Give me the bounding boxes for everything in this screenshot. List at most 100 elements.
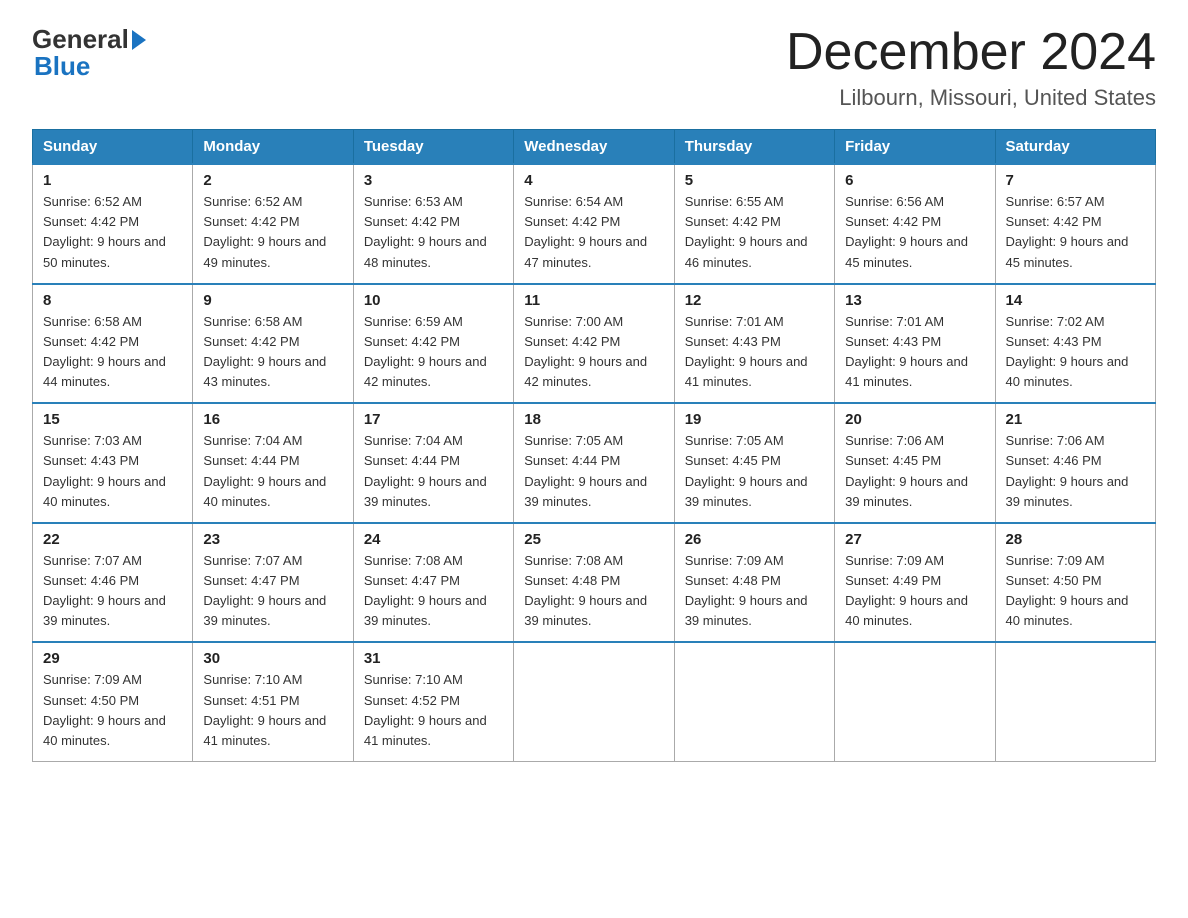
day-info: Sunrise: 7:08 AMSunset: 4:47 PMDaylight:… <box>364 553 487 628</box>
day-info: Sunrise: 7:05 AMSunset: 4:45 PMDaylight:… <box>685 433 808 508</box>
calendar-cell: 30 Sunrise: 7:10 AMSunset: 4:51 PMDaylig… <box>193 642 353 761</box>
column-header-monday: Monday <box>193 130 353 165</box>
calendar-cell: 11 Sunrise: 7:00 AMSunset: 4:42 PMDaylig… <box>514 284 674 404</box>
calendar-cell: 10 Sunrise: 6:59 AMSunset: 4:42 PMDaylig… <box>353 284 513 404</box>
calendar-cell: 20 Sunrise: 7:06 AMSunset: 4:45 PMDaylig… <box>835 403 995 523</box>
day-number: 4 <box>524 172 663 189</box>
day-info: Sunrise: 7:06 AMSunset: 4:46 PMDaylight:… <box>1006 433 1129 508</box>
day-info: Sunrise: 7:10 AMSunset: 4:52 PMDaylight:… <box>364 672 487 747</box>
calendar-cell: 24 Sunrise: 7:08 AMSunset: 4:47 PMDaylig… <box>353 523 513 643</box>
day-number: 24 <box>364 531 503 548</box>
day-info: Sunrise: 6:59 AMSunset: 4:42 PMDaylight:… <box>364 314 487 389</box>
day-number: 6 <box>845 172 984 189</box>
calendar-cell: 3 Sunrise: 6:53 AMSunset: 4:42 PMDayligh… <box>353 164 513 284</box>
day-number: 18 <box>524 411 663 428</box>
day-number: 22 <box>43 531 182 548</box>
calendar-cell: 27 Sunrise: 7:09 AMSunset: 4:49 PMDaylig… <box>835 523 995 643</box>
day-number: 13 <box>845 292 984 309</box>
calendar-cell: 12 Sunrise: 7:01 AMSunset: 4:43 PMDaylig… <box>674 284 834 404</box>
day-number: 31 <box>364 650 503 667</box>
day-info: Sunrise: 6:55 AMSunset: 4:42 PMDaylight:… <box>685 194 808 269</box>
day-info: Sunrise: 6:52 AMSunset: 4:42 PMDaylight:… <box>43 194 166 269</box>
calendar-body: 1 Sunrise: 6:52 AMSunset: 4:42 PMDayligh… <box>33 164 1156 761</box>
calendar-week-row: 22 Sunrise: 7:07 AMSunset: 4:46 PMDaylig… <box>33 523 1156 643</box>
calendar-cell: 2 Sunrise: 6:52 AMSunset: 4:42 PMDayligh… <box>193 164 353 284</box>
day-number: 5 <box>685 172 824 189</box>
day-number: 14 <box>1006 292 1145 309</box>
month-title: December 2024 <box>786 24 1156 81</box>
calendar-table: SundayMondayTuesdayWednesdayThursdayFrid… <box>32 129 1156 762</box>
day-info: Sunrise: 6:53 AMSunset: 4:42 PMDaylight:… <box>364 194 487 269</box>
calendar-cell: 8 Sunrise: 6:58 AMSunset: 4:42 PMDayligh… <box>33 284 193 404</box>
calendar-cell: 18 Sunrise: 7:05 AMSunset: 4:44 PMDaylig… <box>514 403 674 523</box>
day-number: 1 <box>43 172 182 189</box>
day-number: 9 <box>203 292 342 309</box>
logo-blue-text: Blue <box>34 51 90 82</box>
calendar-cell <box>995 642 1155 761</box>
column-header-thursday: Thursday <box>674 130 834 165</box>
day-number: 21 <box>1006 411 1145 428</box>
day-info: Sunrise: 7:01 AMSunset: 4:43 PMDaylight:… <box>685 314 808 389</box>
day-number: 2 <box>203 172 342 189</box>
day-info: Sunrise: 7:03 AMSunset: 4:43 PMDaylight:… <box>43 433 166 508</box>
day-number: 16 <box>203 411 342 428</box>
calendar-cell <box>514 642 674 761</box>
calendar-cell: 1 Sunrise: 6:52 AMSunset: 4:42 PMDayligh… <box>33 164 193 284</box>
calendar-cell: 19 Sunrise: 7:05 AMSunset: 4:45 PMDaylig… <box>674 403 834 523</box>
calendar-week-row: 8 Sunrise: 6:58 AMSunset: 4:42 PMDayligh… <box>33 284 1156 404</box>
calendar-week-row: 15 Sunrise: 7:03 AMSunset: 4:43 PMDaylig… <box>33 403 1156 523</box>
day-number: 23 <box>203 531 342 548</box>
title-block: December 2024 Lilbourn, Missouri, United… <box>786 24 1156 111</box>
day-number: 25 <box>524 531 663 548</box>
day-number: 27 <box>845 531 984 548</box>
calendar-week-row: 29 Sunrise: 7:09 AMSunset: 4:50 PMDaylig… <box>33 642 1156 761</box>
day-info: Sunrise: 7:06 AMSunset: 4:45 PMDaylight:… <box>845 433 968 508</box>
calendar-cell: 16 Sunrise: 7:04 AMSunset: 4:44 PMDaylig… <box>193 403 353 523</box>
day-info: Sunrise: 7:04 AMSunset: 4:44 PMDaylight:… <box>364 433 487 508</box>
column-header-sunday: Sunday <box>33 130 193 165</box>
calendar-cell: 9 Sunrise: 6:58 AMSunset: 4:42 PMDayligh… <box>193 284 353 404</box>
day-info: Sunrise: 6:56 AMSunset: 4:42 PMDaylight:… <box>845 194 968 269</box>
page-header: General Blue December 2024 Lilbourn, Mis… <box>32 24 1156 111</box>
calendar-cell: 25 Sunrise: 7:08 AMSunset: 4:48 PMDaylig… <box>514 523 674 643</box>
calendar-cell <box>674 642 834 761</box>
calendar-cell: 5 Sunrise: 6:55 AMSunset: 4:42 PMDayligh… <box>674 164 834 284</box>
day-info: Sunrise: 7:08 AMSunset: 4:48 PMDaylight:… <box>524 553 647 628</box>
column-header-saturday: Saturday <box>995 130 1155 165</box>
day-number: 28 <box>1006 531 1145 548</box>
day-info: Sunrise: 7:09 AMSunset: 4:50 PMDaylight:… <box>43 672 166 747</box>
day-info: Sunrise: 7:09 AMSunset: 4:50 PMDaylight:… <box>1006 553 1129 628</box>
calendar-cell: 15 Sunrise: 7:03 AMSunset: 4:43 PMDaylig… <box>33 403 193 523</box>
day-info: Sunrise: 7:00 AMSunset: 4:42 PMDaylight:… <box>524 314 647 389</box>
day-number: 30 <box>203 650 342 667</box>
calendar-cell: 28 Sunrise: 7:09 AMSunset: 4:50 PMDaylig… <box>995 523 1155 643</box>
calendar-cell: 29 Sunrise: 7:09 AMSunset: 4:50 PMDaylig… <box>33 642 193 761</box>
column-header-friday: Friday <box>835 130 995 165</box>
calendar-cell: 23 Sunrise: 7:07 AMSunset: 4:47 PMDaylig… <box>193 523 353 643</box>
column-header-tuesday: Tuesday <box>353 130 513 165</box>
logo-arrow-icon <box>132 30 146 50</box>
day-info: Sunrise: 6:54 AMSunset: 4:42 PMDaylight:… <box>524 194 647 269</box>
day-number: 15 <box>43 411 182 428</box>
calendar-header: SundayMondayTuesdayWednesdayThursdayFrid… <box>33 130 1156 165</box>
day-info: Sunrise: 6:58 AMSunset: 4:42 PMDaylight:… <box>43 314 166 389</box>
logo: General Blue <box>32 24 149 82</box>
calendar-cell: 31 Sunrise: 7:10 AMSunset: 4:52 PMDaylig… <box>353 642 513 761</box>
calendar-cell: 13 Sunrise: 7:01 AMSunset: 4:43 PMDaylig… <box>835 284 995 404</box>
day-info: Sunrise: 7:04 AMSunset: 4:44 PMDaylight:… <box>203 433 326 508</box>
day-info: Sunrise: 6:58 AMSunset: 4:42 PMDaylight:… <box>203 314 326 389</box>
day-info: Sunrise: 7:07 AMSunset: 4:47 PMDaylight:… <box>203 553 326 628</box>
day-number: 20 <box>845 411 984 428</box>
calendar-cell: 7 Sunrise: 6:57 AMSunset: 4:42 PMDayligh… <box>995 164 1155 284</box>
calendar-cell: 26 Sunrise: 7:09 AMSunset: 4:48 PMDaylig… <box>674 523 834 643</box>
calendar-cell: 4 Sunrise: 6:54 AMSunset: 4:42 PMDayligh… <box>514 164 674 284</box>
day-number: 12 <box>685 292 824 309</box>
location-subtitle: Lilbourn, Missouri, United States <box>786 85 1156 111</box>
calendar-cell: 22 Sunrise: 7:07 AMSunset: 4:46 PMDaylig… <box>33 523 193 643</box>
day-info: Sunrise: 7:09 AMSunset: 4:49 PMDaylight:… <box>845 553 968 628</box>
day-info: Sunrise: 7:02 AMSunset: 4:43 PMDaylight:… <box>1006 314 1129 389</box>
day-info: Sunrise: 7:10 AMSunset: 4:51 PMDaylight:… <box>203 672 326 747</box>
day-number: 10 <box>364 292 503 309</box>
calendar-cell <box>835 642 995 761</box>
day-info: Sunrise: 7:01 AMSunset: 4:43 PMDaylight:… <box>845 314 968 389</box>
